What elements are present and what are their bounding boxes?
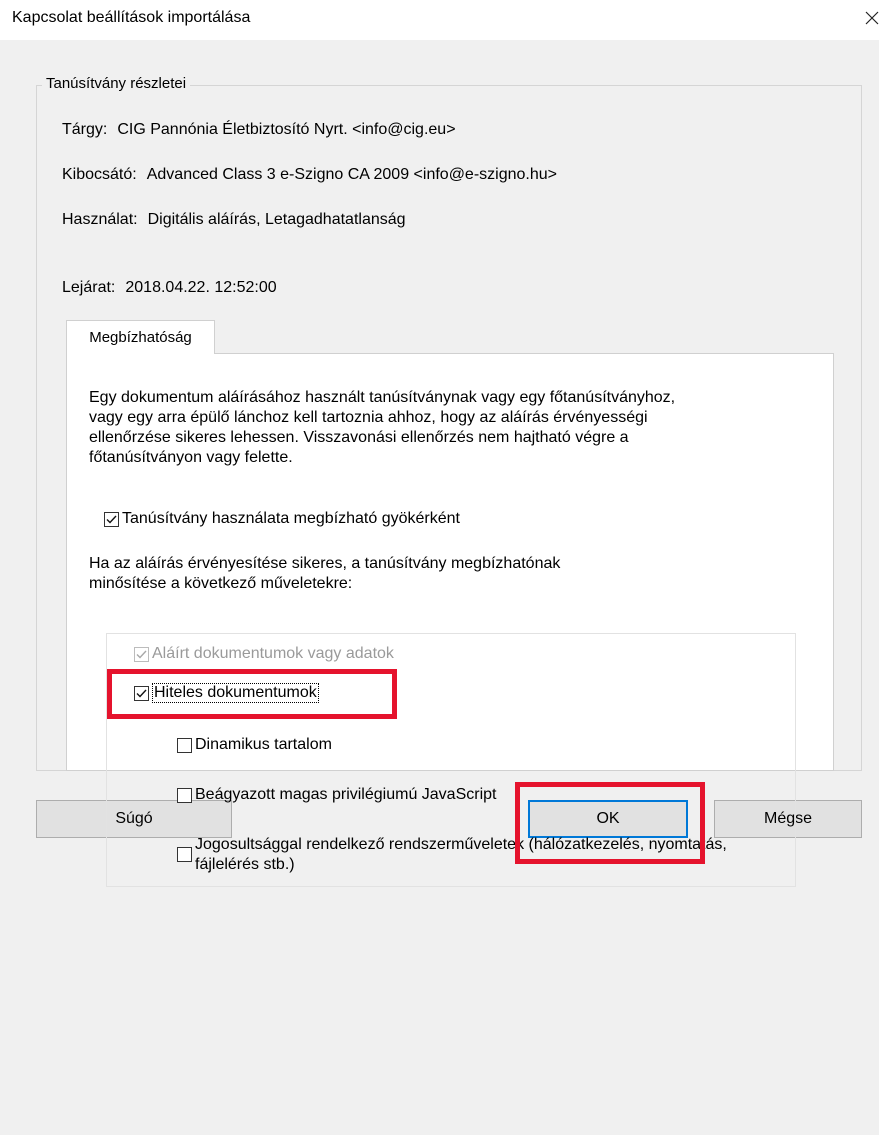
embedded-js-label: Beágyazott magas privilégiumú JavaScript <box>195 786 497 803</box>
privileged-ops-label: Jogosultsággal rendelkező rendszerművele… <box>195 836 727 873</box>
subject-label: Tárgy: <box>62 121 108 138</box>
dynamic-content-checkbox[interactable] <box>177 737 192 753</box>
root-trust-label: Tanúsítvány használata megbízható gyökér… <box>122 510 460 527</box>
description-line: vagy egy arra épülő lánchoz kell tartozn… <box>89 409 648 426</box>
close-icon[interactable] <box>859 3 879 33</box>
privileged-ops-row[interactable]: Jogosultsággal rendelkező rendszerművele… <box>177 835 735 875</box>
certified-documents-checkbox[interactable] <box>134 685 149 701</box>
certified-documents-label: Hiteles dokumentumok <box>152 683 319 703</box>
description-line: ellenőrzése sikeres lehessen. Visszavoná… <box>89 429 629 446</box>
root-trust-checkbox-row[interactable]: Tanúsítvány használata megbízható gyökér… <box>104 510 460 528</box>
expiry-value: 2018.04.22. 12:52:00 <box>125 279 277 296</box>
description-line: Egy dokumentum aláírásához használt tanú… <box>89 389 676 406</box>
issuer-label: Kibocsátó: <box>62 166 137 183</box>
description-line: főtanúsítványon vagy felette. <box>89 449 293 466</box>
signed-documents-label: Aláírt dokumentumok vagy adatok <box>152 645 394 662</box>
checkmark-icon <box>136 650 147 659</box>
dynamic-content-label: Dinamikus tartalom <box>195 736 332 753</box>
privileged-ops-checkbox[interactable] <box>177 847 192 862</box>
embedded-js-checkbox[interactable] <box>177 787 192 803</box>
embedded-js-row[interactable]: Beágyazott magas privilégiumú JavaScript <box>177 786 496 804</box>
signed-documents-row: Aláírt dokumentumok vagy adatok <box>134 645 394 663</box>
qualify-line: minősítése a következő műveletekre: <box>89 575 353 592</box>
signed-documents-checkbox <box>134 646 149 662</box>
group-legend: Tanúsítvány részletei <box>42 75 191 92</box>
usage-row: Használat: Digitális aláírás, Letagadhata… <box>62 211 406 229</box>
expiry-label: Lejárat: <box>62 279 116 296</box>
subject-value: CIG Pannónia Életbiztosító Nyrt. <info@c… <box>117 121 456 138</box>
dialog-title: Kapcsolat beállítások importálása <box>12 9 251 26</box>
issuer-row: Kibocsátó: Advanced Class 3 e-Szigno CA 2… <box>62 166 557 184</box>
certified-documents-row[interactable]: Hiteles dokumentumok <box>134 683 319 703</box>
trust-description: Egy dokumentum aláírásához használt tanú… <box>89 388 809 468</box>
dynamic-content-row[interactable]: Dinamikus tartalom <box>177 736 332 754</box>
usage-value: Digitális aláírás, Letagadhatatlanság <box>147 211 406 228</box>
title-bar: Kapcsolat beállítások importálása <box>0 0 879 40</box>
qualify-line: Ha az aláírás érvényesítése sikeres, a t… <box>89 555 561 572</box>
issuer-value: Advanced Class 3 e-Szigno CA 2009 <info@… <box>146 166 557 183</box>
root-trust-checkbox[interactable] <box>104 511 119 527</box>
usage-label: Használat: <box>62 211 138 228</box>
tab-trust[interactable]: Megbízhatóság <box>66 320 215 354</box>
expiry-row: Lejárat: 2018.04.22. 12:52:00 <box>62 279 277 297</box>
checkmark-icon <box>136 689 147 698</box>
qualify-description: Ha az aláírás érvényesítése sikeres, a t… <box>89 554 809 594</box>
checkmark-icon <box>106 515 117 524</box>
subject-row: Tárgy: CIG Pannónia Életbiztosító Nyrt. <… <box>62 121 456 139</box>
